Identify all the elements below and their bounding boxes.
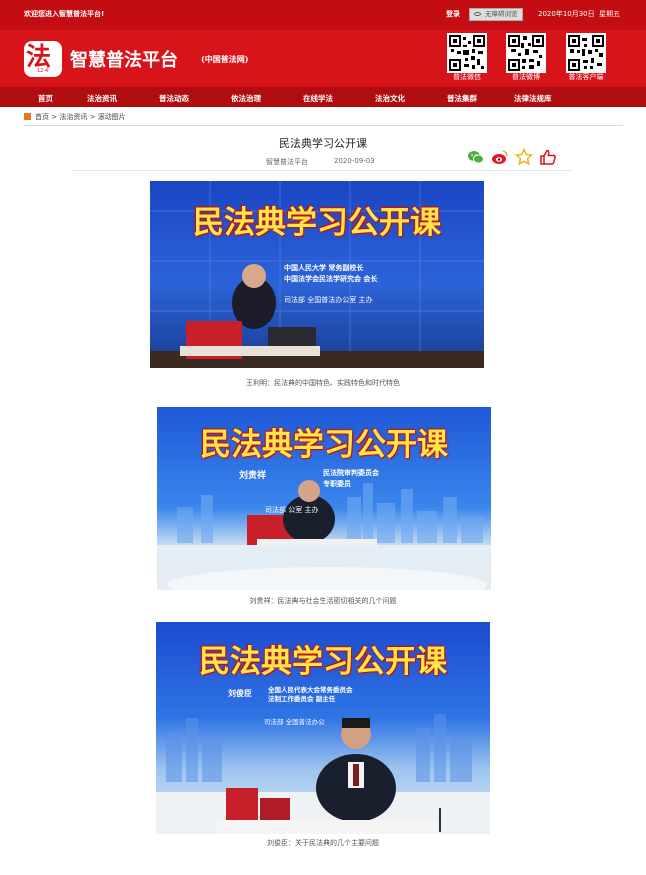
nav-item-law-library[interactable]: 法律法规库 <box>514 93 552 104</box>
welcome-text: 欢迎您进入智慧普法平台! <box>24 10 105 18</box>
divider <box>73 170 573 171</box>
photo-banner: 民法典学习公开课 <box>193 205 441 241</box>
photo-banner: 民法典学习公开课 <box>199 644 447 680</box>
site-logo[interactable]: 法 12·4 <box>24 41 62 77</box>
site-header: 法 12·4 智慧普法平台 (中国普法网) 普法微信 普法微博 普法客户端 <box>0 30 646 87</box>
qr-label-client: 普法客户端 <box>568 73 604 81</box>
nav-item-home[interactable]: 首页 <box>38 93 53 104</box>
weibo-icon[interactable] <box>491 148 509 166</box>
breadcrumb-home[interactable]: 首页 <box>35 113 49 121</box>
nav-item-culture[interactable]: 法治文化 <box>375 93 405 104</box>
photo-caption-2: 刘贵祥：民法典与社会生活密切相关的几个问题 <box>249 597 397 605</box>
speaker-title-line-2: 法制工作委员会 副主任 <box>268 695 336 703</box>
article-source: 智慧普法平台 <box>266 158 308 166</box>
speaker-title-line-1: 全国人民代表大会常务委员会 <box>268 686 353 694</box>
breadcrumb-section[interactable]: 法治资讯 <box>59 113 87 121</box>
current-weekday: 星期五 <box>599 10 620 18</box>
wechat-icon[interactable] <box>467 148 485 166</box>
breadcrumb-separator: > <box>51 113 58 121</box>
speaker-name: 刘贵祥 <box>239 471 267 481</box>
qr-code-wechat <box>447 33 487 73</box>
nav-item-news[interactable]: 法治资讯 <box>87 93 117 104</box>
nav-item-updates[interactable]: 普法动态 <box>159 93 189 104</box>
speaker-title-line-2: 专职委员 <box>323 480 351 488</box>
divider <box>24 125 623 126</box>
logo-subtext: 12·4 <box>37 68 49 74</box>
breadcrumb: 首页 > 法治资讯 > 滚动图片 <box>24 112 126 122</box>
speaker-title-line-1: 中国人民大学 常务副校长 <box>284 264 364 272</box>
speaker-name: 刘俊臣 <box>228 689 252 698</box>
nav-item-online-study[interactable]: 在线学法 <box>303 93 333 104</box>
accessibility-button[interactable]: 无障碍浏览 <box>469 8 523 21</box>
qr-label-weibo: 普法微博 <box>512 73 540 81</box>
current-date: 2020年10月30日 <box>538 10 595 18</box>
organizer-text: 司法部 全国普法办公 <box>264 718 325 726</box>
site-title[interactable]: 智慧普法平台 <box>70 46 178 72</box>
qr-label-wechat: 普法微信 <box>453 73 481 81</box>
photo-caption-1: 王利明：民法典的中国特色、实践特色和时代特色 <box>246 379 400 387</box>
rss-icon <box>24 113 31 120</box>
nav-item-governance[interactable]: 依法治理 <box>231 93 261 104</box>
lecture-photo-1: 民法典学习公开课 中国人民大学 常务副校长 中国法学会民法学研究会 会长 司法部… <box>150 181 484 368</box>
favorite-star-icon[interactable] <box>514 147 534 166</box>
nav-item-cluster[interactable]: 普法集群 <box>447 93 477 104</box>
photo-banner: 民法典学习公开课 <box>200 427 448 463</box>
photo-caption-3: 刘俊臣：关于民法典的几个主要问题 <box>267 839 379 847</box>
site-subtitle: (中国普法网) <box>201 54 249 64</box>
login-link[interactable]: 登录 <box>446 9 460 19</box>
qr-code-weibo <box>506 33 546 73</box>
speaker-title-line-2: 中国法学会民法学研究会 会长 <box>284 275 378 283</box>
qr-code-client <box>566 33 606 73</box>
lecture-photo-3: 民法典学习公开课 刘俊臣 全国人民代表大会常务委员会 法制工作委员会 副主任 司… <box>156 622 490 834</box>
like-thumb-icon[interactable] <box>539 148 557 166</box>
speaker-title-line-1: 民法院审判委员会 <box>323 469 379 477</box>
article-date: 2020-09-03 <box>334 157 375 165</box>
top-bar: 欢迎您进入智慧普法平台! 登录 无障碍浏览 2020年10月30日 星期五 <box>0 0 646 30</box>
organizer-text: 司法部 公室 主办 <box>265 506 319 514</box>
breadcrumb-separator: > <box>89 113 96 121</box>
main-nav: 首页 法治资讯 普法动态 依法治理 在线学法 法治文化 普法集群 法律法规库 <box>0 87 646 107</box>
lecture-photo-2: 民法典学习公开课 刘贵祥 民法院审判委员会 专职委员 司法部 公室 主办 <box>157 407 491 590</box>
eye-icon <box>474 12 481 16</box>
breadcrumb-current[interactable]: 滚动图片 <box>98 113 126 121</box>
logo-character: 法 <box>26 42 52 71</box>
accessibility-label: 无障碍浏览 <box>485 10 518 18</box>
organizer-text: 司法部 全国普法办公室 主办 <box>284 296 373 304</box>
